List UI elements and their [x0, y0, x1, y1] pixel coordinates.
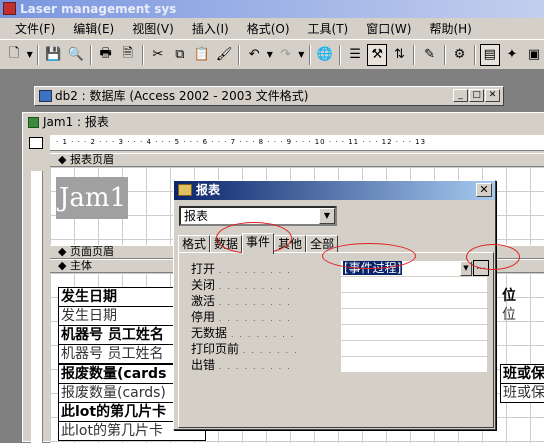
- build-icon[interactable]: ✦: [502, 44, 522, 66]
- menu-format[interactable]: 格式(O): [238, 19, 299, 39]
- properties-icon[interactable]: ▤: [479, 43, 500, 66]
- minimize-button[interactable]: _: [453, 89, 468, 102]
- format-painter-icon[interactable]: 🖌: [214, 44, 234, 66]
- cut-icon[interactable]: ✂: [148, 44, 168, 66]
- report-title-label[interactable]: Jam1: [56, 177, 128, 219]
- detail-label: 主体: [69, 259, 92, 272]
- property-row-label: 出错 .........: [191, 358, 296, 372]
- report-window-title-text: Jam1 : 报表: [43, 115, 109, 129]
- menu-file[interactable]: 文件(F): [6, 19, 64, 39]
- db-window-title-text: db2 : 数据库 (Access 2002 - 2003 文件格式): [55, 89, 309, 103]
- property-sheet-icon: [178, 184, 192, 196]
- app-title: Laser management sys: [20, 2, 177, 16]
- field-shift[interactable]: 班或保: [500, 383, 544, 403]
- tab-format[interactable]: 格式: [178, 235, 211, 253]
- prop-on-close-value[interactable]: [341, 277, 487, 293]
- object-selector-value: 报表: [184, 209, 209, 223]
- section-report-header[interactable]: ◆ 报表页眉: [50, 153, 544, 167]
- menu-window[interactable]: 窗口(W): [357, 19, 420, 39]
- menu-tools[interactable]: 工具(T): [299, 19, 358, 39]
- tab-event[interactable]: 事件: [242, 233, 275, 254]
- undo-icon[interactable]: ↶: [244, 44, 264, 66]
- redo-dropdown-icon[interactable]: ▼: [298, 50, 305, 59]
- toolbox-icon[interactable]: ⚒: [367, 43, 388, 66]
- prop-on-open-label: 打开: [191, 262, 216, 276]
- redo-icon[interactable]: ↷: [276, 44, 296, 66]
- preview-icon[interactable]: 🗎: [118, 44, 138, 66]
- property-row-label: 停用 .........: [191, 310, 296, 324]
- prop-on-nodata-value[interactable]: [341, 325, 487, 341]
- prop-on-page-label: 打印页前: [191, 342, 240, 356]
- hyperlink-icon[interactable]: 🌐: [315, 44, 335, 66]
- menu-help[interactable]: 帮助(H): [420, 19, 480, 39]
- prop-on-deactivate-value[interactable]: [341, 309, 487, 325]
- label-shift[interactable]: 班或保: [500, 364, 544, 384]
- annotation-ring-event-value: [322, 243, 416, 269]
- prop-on-activate-label: 激活: [191, 294, 216, 308]
- code-icon[interactable]: ⚙: [450, 44, 470, 66]
- autoformat-icon[interactable]: ✎: [419, 44, 439, 66]
- db-window-title[interactable]: db2 : 数据库 (Access 2002 - 2003 文件格式) _ □ …: [34, 86, 504, 106]
- prop-on-nodata-label: 无数据: [191, 326, 228, 340]
- report-selector[interactable]: [29, 137, 43, 149]
- print-icon[interactable]: 🖶: [96, 44, 116, 66]
- database-icon: [39, 90, 52, 102]
- close-icon[interactable]: ✕: [476, 183, 492, 197]
- field-right-top[interactable]: 位: [500, 306, 544, 324]
- property-row-label: 激活 .........: [191, 294, 296, 308]
- prop-on-page-value[interactable]: [341, 341, 487, 357]
- sorting-icon[interactable]: ⇅: [389, 44, 409, 66]
- toolbar: 🗋 ▼ 💾 🔍 🖶 🗎 ✂ ⧉ 📋 🖌 ↶ ▼ ↷ ▼ 🌐 ☰ ⚒ ⇅ ✎ ⚙ ▤ ✦…: [0, 40, 544, 70]
- annotation-ring-builder: [466, 244, 520, 270]
- property-sheet: 报表 ✕ 报表 ▼ 格式 数据 事件 其他 全部 打开 ......... [事…: [173, 180, 496, 430]
- view-dropdown-icon[interactable]: ▼: [26, 50, 33, 59]
- prop-on-error-label: 出错: [191, 358, 216, 372]
- paste-icon[interactable]: 📋: [192, 44, 212, 66]
- property-row-label: 打开 .........: [191, 262, 296, 276]
- menu-bar: 文件(F) 编辑(E) 视图(V) 插入(I) 格式(O) 工具(T) 窗口(W…: [0, 18, 544, 40]
- db-window-icon[interactable]: ▣: [524, 44, 544, 66]
- property-row-label: 打印页前 .......: [191, 342, 303, 356]
- vertical-ruler: [31, 171, 43, 443]
- search-icon[interactable]: 🔍: [65, 44, 85, 66]
- prop-on-error-value[interactable]: [341, 357, 487, 373]
- undo-dropdown-icon[interactable]: ▼: [266, 50, 273, 59]
- event-properties-panel: 打开 ......... [事件过程] ▼ ... 关闭 ......... 激…: [178, 252, 494, 428]
- menu-view[interactable]: 视图(V): [123, 19, 183, 39]
- property-row-label: 无数据 ........: [191, 326, 300, 340]
- prop-on-close-label: 关闭: [191, 278, 216, 292]
- horizontal-ruler: · 1 · · · 2 · · · 3 · · · 4 · · · 5 · · …: [50, 135, 544, 151]
- view-icon[interactable]: 🗋: [4, 44, 24, 66]
- property-tabs: 格式 数据 事件 其他 全部: [178, 233, 339, 254]
- report-icon: [28, 117, 39, 128]
- maximize-button[interactable]: □: [469, 89, 484, 102]
- prop-on-activate-value[interactable]: [341, 293, 487, 309]
- property-sheet-title[interactable]: 报表 ✕: [174, 181, 495, 200]
- menu-edit[interactable]: 编辑(E): [64, 19, 123, 39]
- copy-icon[interactable]: ⧉: [170, 44, 190, 66]
- save-icon[interactable]: 💾: [43, 44, 63, 66]
- property-row-label: 关闭 .........: [191, 278, 296, 292]
- menu-insert[interactable]: 插入(I): [183, 19, 238, 39]
- field-list-icon[interactable]: ☰: [345, 44, 365, 66]
- app-icon: [3, 2, 16, 15]
- prop-on-deactivate-label: 停用: [191, 310, 216, 324]
- app-title-bar: Laser management sys: [0, 0, 544, 18]
- page-header-label: 页面页眉: [69, 245, 114, 258]
- report-window-title[interactable]: Jam1 : 报表: [23, 113, 544, 133]
- property-sheet-title-text: 报表: [196, 183, 221, 197]
- report-header-label: 报表页眉: [69, 153, 114, 166]
- chevron-down-icon[interactable]: ▼: [319, 208, 335, 224]
- label-right-top[interactable]: 位: [500, 287, 544, 305]
- close-button[interactable]: ✕: [485, 89, 500, 102]
